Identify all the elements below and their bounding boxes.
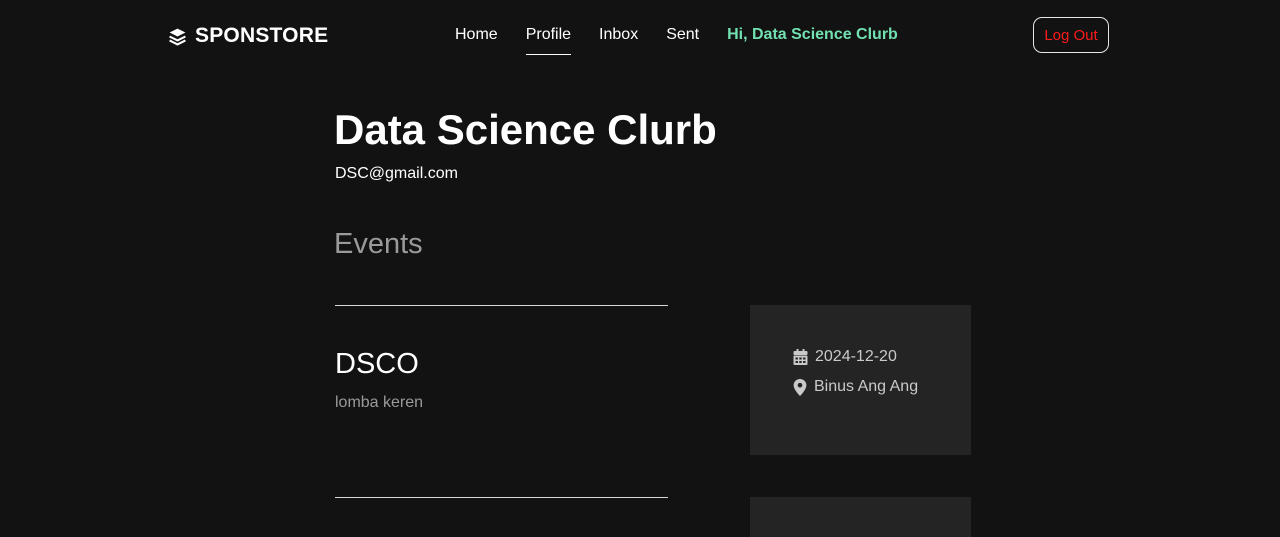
nav-link-sent[interactable]: Sent bbox=[666, 26, 699, 54]
event-title: DSCO bbox=[335, 348, 419, 380]
logout-button[interactable]: Log Out bbox=[1033, 17, 1109, 53]
event-date-row: 2024-12-20 bbox=[793, 348, 897, 366]
nav-link-profile[interactable]: Profile bbox=[525, 26, 572, 55]
divider bbox=[335, 305, 668, 306]
event-details-card: 2024-12-20 Binus Ang Ang bbox=[750, 305, 971, 455]
profile-email: DSC@gmail.com bbox=[335, 165, 458, 182]
divider bbox=[335, 497, 668, 498]
nav-link-inbox[interactable]: Inbox bbox=[599, 26, 638, 54]
user-greeting: Hi, Data Science Clurb bbox=[727, 26, 898, 43]
event-description: lomba keren bbox=[335, 394, 424, 411]
navbar: SPONSTORE Home Profile Inbox Sent Hi, Da… bbox=[0, 0, 1280, 72]
event-date: 2024-12-20 bbox=[815, 348, 897, 365]
map-pin-icon bbox=[793, 378, 807, 396]
profile-name: Data Science Clurb bbox=[334, 106, 717, 153]
nav-link-home[interactable]: Home bbox=[455, 26, 498, 54]
event-location: Binus Ang Ang bbox=[814, 378, 919, 395]
layers-icon bbox=[168, 27, 187, 46]
brand-name: SPONSTORE bbox=[195, 24, 329, 47]
brand-logo[interactable]: SPONSTORE bbox=[168, 24, 328, 48]
event-details-card bbox=[750, 497, 971, 537]
event-location-row: Binus Ang Ang bbox=[793, 378, 918, 396]
calendar-icon bbox=[793, 349, 808, 365]
nav-links: Home Profile Inbox Sent Hi, Data Science… bbox=[455, 26, 898, 55]
events-section-title: Events bbox=[334, 228, 423, 260]
